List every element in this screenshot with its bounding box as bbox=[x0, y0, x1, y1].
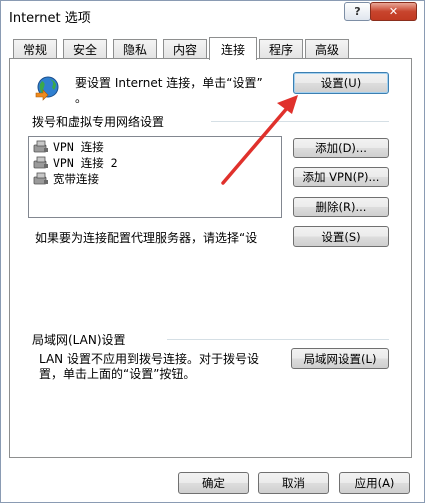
close-icon: ✕ bbox=[388, 5, 399, 18]
title-bar[interactable]: Internet 选项 ? ✕ bbox=[1, 1, 424, 31]
list-item-label: VPN 连接 2 bbox=[53, 156, 118, 170]
tab-connections[interactable]: 连接 bbox=[209, 37, 257, 60]
tab-content[interactable]: 内容 bbox=[163, 39, 207, 59]
close-button[interactable]: ✕ bbox=[370, 2, 417, 21]
window-title: Internet 选项 bbox=[9, 11, 91, 26]
internet-options-dialog: Internet 选项 ? ✕ 常规 安全 隐私 内容 连接 程序 高级 要设置… bbox=[0, 0, 425, 503]
tab-general[interactable]: 常规 bbox=[13, 39, 57, 59]
tab-strip: 常规 安全 隐私 内容 连接 程序 高级 bbox=[9, 37, 419, 60]
lan-heading: 局域网(LAN)设置 bbox=[32, 333, 126, 347]
list-item[interactable]: VPN 连接 2 bbox=[33, 155, 118, 171]
list-item-label: VPN 连接 bbox=[53, 140, 104, 154]
list-item[interactable]: 宽带连接 bbox=[33, 171, 99, 187]
lan-description-line2: 置，单击上面的“设置”按钮。 bbox=[39, 367, 196, 381]
add-button[interactable]: 添加(D)... bbox=[293, 138, 389, 158]
setup-description-line1: 要设置 Internet 连接，单击“设置” bbox=[75, 76, 263, 90]
internet-globe-icon bbox=[34, 75, 60, 101]
network-connection-icon bbox=[33, 140, 49, 154]
setup-description-line2: 。 bbox=[75, 91, 88, 105]
help-button[interactable]: ? bbox=[344, 2, 371, 21]
lan-divider bbox=[167, 339, 389, 340]
proxy-description: 如果要为连接配置代理服务器，请选择“设 bbox=[35, 231, 258, 245]
connections-list[interactable]: VPN 连接 VPN 连接 2 宽带连接 bbox=[28, 136, 282, 218]
apply-button[interactable]: 应用(A) bbox=[339, 472, 410, 494]
dialup-heading: 拨号和虚拟专用网络设置 bbox=[32, 115, 165, 129]
list-item-label: 宽带连接 bbox=[53, 172, 99, 186]
network-connection-icon bbox=[33, 156, 49, 170]
list-item[interactable]: VPN 连接 bbox=[33, 139, 104, 155]
remove-button[interactable]: 删除(R)... bbox=[293, 197, 389, 217]
add-vpn-button[interactable]: 添加 VPN(P)... bbox=[293, 167, 389, 187]
help-icon: ? bbox=[354, 5, 361, 18]
setup-button[interactable]: 设置(U) bbox=[293, 72, 389, 94]
ok-button[interactable]: 确定 bbox=[178, 472, 249, 494]
cancel-button[interactable]: 取消 bbox=[258, 472, 329, 494]
tab-security[interactable]: 安全 bbox=[63, 39, 107, 59]
tab-programs[interactable]: 程序 bbox=[259, 39, 303, 59]
network-connection-icon bbox=[33, 172, 49, 186]
tab-advanced[interactable]: 高级 bbox=[305, 39, 349, 59]
lan-settings-button[interactable]: 局域网设置(L) bbox=[291, 348, 389, 369]
dialup-divider bbox=[211, 121, 389, 122]
connection-settings-button[interactable]: 设置(S) bbox=[293, 226, 389, 247]
tab-privacy[interactable]: 隐私 bbox=[113, 39, 157, 59]
